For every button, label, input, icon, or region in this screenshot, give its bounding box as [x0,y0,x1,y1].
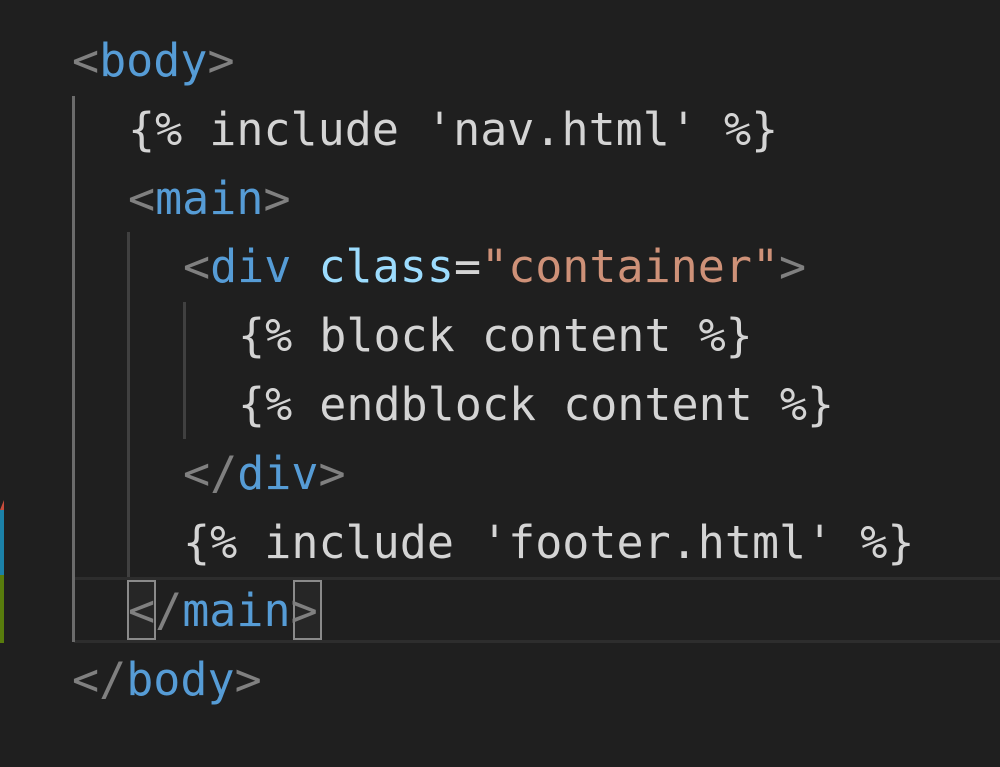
tag-close-bracket: > [207,34,235,87]
template-include-footer: {% include 'footer.html' %} [183,516,915,569]
tag-open-bracket: < [72,34,100,87]
attribute-value-container: "container" [481,240,780,293]
tag-open-bracket: < [183,240,211,293]
tag-name-body: body [126,653,235,706]
tag-close-bracket: > [263,172,291,225]
code-line-9[interactable]: </main> [0,576,318,645]
tag-close-bracket: > [779,240,807,293]
template-include-nav: {% include 'nav.html' %} [128,103,779,156]
tag-close-bracket: > [318,447,346,500]
code-line-2[interactable]: {% include 'nav.html' %} [0,95,778,164]
tag-open-bracket: < [128,584,156,637]
code-line-8[interactable]: {% include 'footer.html' %} [0,508,915,577]
tag-name-main: main [182,584,291,637]
code-line-6[interactable]: {% endblock content %} [0,370,834,439]
tag-close-bracket: > [290,584,318,637]
code-line-10[interactable]: </body> [0,645,262,714]
tag-open-bracket: </ [72,653,127,706]
tag-slash: / [155,584,183,637]
attribute-name-class: class [318,240,454,293]
tag-open-bracket: </ [183,447,238,500]
tag-name-div: div [237,447,319,500]
template-endblock-content: {% endblock content %} [238,378,835,431]
tag-name-div: div [210,240,292,293]
tag-close-bracket: > [234,653,262,706]
code-line-5[interactable]: {% block content %} [0,301,753,370]
code-line-7[interactable]: </div> [0,439,346,508]
attribute-equals: = [453,240,482,293]
code-line-4[interactable]: <div class="container"> [0,232,806,301]
tag-name-body: body [99,34,208,87]
code-editor[interactable]: <body> {% include 'nav.html' %} <main> <… [0,0,1000,767]
template-block-content: {% block content %} [238,309,753,362]
tag-open-bracket: < [128,172,156,225]
code-line-1[interactable]: <body> [0,26,235,95]
tag-name-main: main [155,172,264,225]
code-line-3[interactable]: <main> [0,164,291,233]
